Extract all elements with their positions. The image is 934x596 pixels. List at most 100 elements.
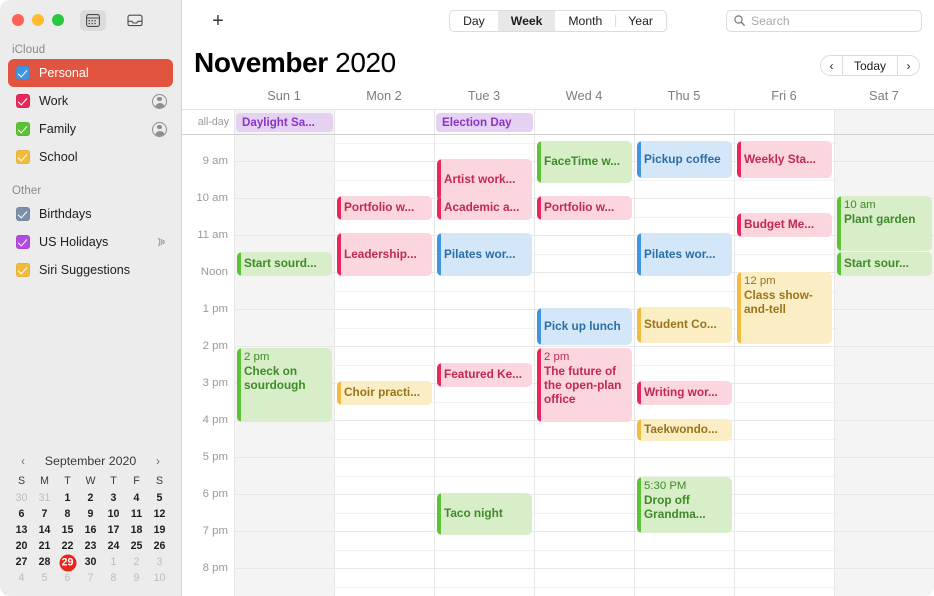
calendar-event[interactable]: FaceTime w... — [537, 141, 632, 183]
mini-day[interactable]: 18 — [125, 523, 148, 538]
calendar-event[interactable]: Taco night — [437, 493, 532, 535]
inbox-icon[interactable] — [122, 10, 148, 31]
mini-day[interactable]: 30 — [79, 555, 102, 570]
mini-day[interactable]: 30 — [10, 491, 33, 506]
checkbox-work[interactable] — [16, 94, 30, 108]
calendar-event[interactable]: Portfolio w... — [537, 196, 632, 220]
day-column-6[interactable]: 10 am Plant garden Start sour... — [834, 135, 934, 596]
sidebar-item-us-holidays[interactable]: US Holidays — [8, 228, 173, 256]
tab-day[interactable]: Day — [450, 11, 498, 31]
day-header-5[interactable]: Fri 6 — [734, 86, 834, 109]
mini-day[interactable]: 5 — [148, 491, 171, 506]
mini-day[interactable]: 4 — [10, 571, 33, 586]
calendar-event[interactable]: Pilates wor... — [437, 233, 532, 276]
calendar-event[interactable]: 12 pm Class show-and-tell — [737, 272, 832, 344]
all-day-event[interactable]: Election Day — [436, 113, 533, 132]
calendar-event[interactable]: Leadership... — [337, 233, 432, 276]
checkbox-birthdays[interactable] — [16, 207, 30, 221]
mini-day[interactable]: 6 — [10, 507, 33, 522]
calendar-event[interactable]: Featured Ke... — [437, 363, 532, 387]
mini-day[interactable]: 13 — [10, 523, 33, 538]
close-button[interactable] — [12, 14, 24, 26]
calendar-event[interactable]: Budget Me... — [737, 213, 832, 237]
day-column-1[interactable]: Portfolio w... Leadership... Choir practi.… — [334, 135, 434, 596]
mini-prev-month-button[interactable]: ‹ — [16, 454, 30, 468]
sidebar-item-birthdays[interactable]: Birthdays — [8, 200, 173, 228]
day-header-1[interactable]: Mon 2 — [334, 86, 434, 109]
mini-day[interactable]: 6 — [56, 571, 79, 586]
all-day-event[interactable]: Daylight Sa... — [236, 113, 333, 132]
calendar-event[interactable]: Artist work... — [437, 159, 532, 201]
all-day-cell-2[interactable]: Election Day — [434, 110, 534, 134]
sidebar-item-siri-suggestions[interactable]: Siri Suggestions — [8, 256, 173, 284]
mini-day[interactable]: 21 — [33, 539, 56, 554]
mini-day[interactable]: 10 — [102, 507, 125, 522]
mini-day[interactable]: 14 — [33, 523, 56, 538]
mini-day[interactable]: 1 — [102, 555, 125, 570]
calendar-event[interactable]: 5:30 PM Drop off Grandma... — [637, 477, 732, 533]
tab-week[interactable]: Week — [497, 10, 556, 31]
mini-day[interactable]: 8 — [56, 507, 79, 522]
day-column-4[interactable]: Pickup coffee Pilates wor... Student Co...… — [634, 135, 734, 596]
mini-day-today[interactable]: 29 — [56, 554, 79, 571]
day-column-2[interactable]: Artist work... Academic a... Pilates wor..… — [434, 135, 534, 596]
all-day-cell-1[interactable] — [334, 110, 434, 134]
calendar-event[interactable]: Student Co... — [637, 307, 732, 343]
calendar-event[interactable]: 10 am Plant garden — [837, 196, 932, 251]
mini-next-month-button[interactable]: › — [151, 454, 165, 468]
calendar-event[interactable]: Academic a... — [437, 196, 532, 220]
mini-day[interactable]: 2 — [125, 555, 148, 570]
week-grid[interactable]: 9 am 10 am 11 am Noon 1 pm 2 pm 3 pm 4 pm 5 pm 6 … — [182, 135, 934, 596]
day-column-3[interactable]: FaceTime w... Portfolio w... Pick up lunch… — [534, 135, 634, 596]
next-week-button[interactable]: › — [897, 55, 920, 76]
zoom-button[interactable] — [52, 14, 64, 26]
mini-day[interactable]: 28 — [33, 555, 56, 570]
all-day-cell-6[interactable] — [834, 110, 934, 134]
calendar-event[interactable]: Start sourd... — [237, 252, 332, 276]
day-header-3[interactable]: Wed 4 — [534, 86, 634, 109]
tab-month[interactable]: Month — [555, 11, 615, 31]
all-day-cell-3[interactable] — [534, 110, 634, 134]
shared-indicator[interactable] — [152, 93, 167, 109]
mini-day[interactable]: 22 — [56, 539, 79, 554]
search-field[interactable]: Search — [726, 9, 922, 32]
mini-day[interactable]: 4 — [125, 491, 148, 506]
mini-day[interactable]: 1 — [56, 491, 79, 506]
all-day-cell-4[interactable] — [634, 110, 734, 134]
mini-day[interactable]: 10 — [148, 571, 171, 586]
mini-day[interactable]: 20 — [10, 539, 33, 554]
mini-day[interactable]: 19 — [148, 523, 171, 538]
mini-day[interactable]: 5 — [33, 571, 56, 586]
mini-day[interactable]: 26 — [148, 539, 171, 554]
mini-day[interactable]: 7 — [79, 571, 102, 586]
minimize-button[interactable] — [32, 14, 44, 26]
calendar-event[interactable]: Writing wor... — [637, 381, 732, 405]
checkbox-family[interactable] — [16, 122, 30, 136]
calendar-event[interactable]: Pickup coffee — [637, 141, 732, 178]
calendar-event[interactable]: Choir practi... — [337, 381, 432, 405]
checkbox-school[interactable] — [16, 150, 30, 164]
mini-day[interactable]: 16 — [79, 523, 102, 538]
mini-day[interactable]: 11 — [125, 507, 148, 522]
mini-day[interactable]: 3 — [102, 491, 125, 506]
all-day-cell-5[interactable] — [734, 110, 834, 134]
calendar-event[interactable]: Pilates wor... — [637, 233, 732, 276]
calendar-view-icon[interactable] — [80, 9, 106, 31]
day-header-4[interactable]: Thu 5 — [634, 86, 734, 109]
shared-indicator[interactable] — [152, 121, 167, 137]
day-column-5[interactable]: Weekly Sta... Budget Me... 12 pm Class show… — [734, 135, 834, 596]
mini-day[interactable]: 7 — [33, 507, 56, 522]
all-day-cell-0[interactable]: Daylight Sa... — [234, 110, 334, 134]
calendar-event[interactable]: 2 pm The future of the open-plan office — [537, 348, 632, 422]
day-header-0[interactable]: Sun 1 — [234, 86, 334, 109]
mini-day[interactable]: 3 — [148, 555, 171, 570]
sidebar-item-family[interactable]: Family — [8, 115, 173, 143]
calendar-event[interactable]: Weekly Sta... — [737, 141, 832, 178]
day-column-0[interactable]: Start sourd... 2 pm Check on sourdough — [234, 135, 334, 596]
checkbox-us-holidays[interactable] — [16, 235, 30, 249]
mini-day[interactable]: 12 — [148, 507, 171, 522]
mini-day[interactable]: 9 — [79, 507, 102, 522]
day-header-2[interactable]: Tue 3 — [434, 86, 534, 109]
mini-day[interactable]: 25 — [125, 539, 148, 554]
mini-day[interactable]: 27 — [10, 555, 33, 570]
